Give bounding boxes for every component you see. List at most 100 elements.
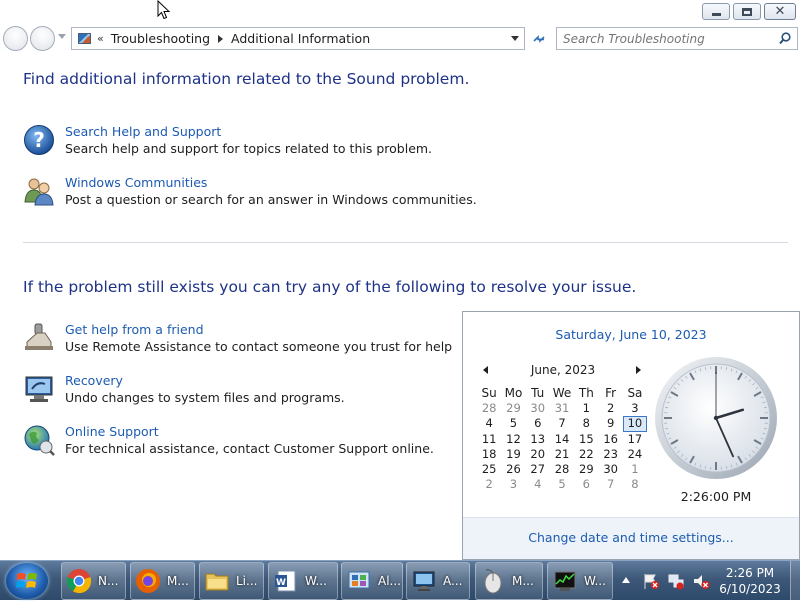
taskbar-item-firefox[interactable]: M... (130, 562, 195, 600)
online-support-description: For technical assistance, contact Custom… (65, 441, 434, 456)
calendar-day[interactable]: 30 (526, 401, 550, 416)
back-button[interactable] (3, 26, 28, 51)
calendar-day[interactable]: 9 (598, 416, 622, 431)
maximize-button[interactable] (733, 3, 761, 20)
calendar-day[interactable]: 15 (574, 432, 598, 447)
calendar-day[interactable]: 30 (598, 462, 622, 477)
search-icon[interactable] (779, 32, 791, 45)
section-divider (23, 242, 788, 243)
taskbar-item-mouse[interactable]: M... (475, 562, 543, 600)
breadcrumb-troubleshooting[interactable]: Troubleshooting (111, 31, 210, 46)
chrome-icon (66, 568, 92, 594)
calendar-day[interactable]: 25 (477, 462, 501, 477)
minimize-icon (712, 13, 721, 16)
calendar-day[interactable]: 14 (550, 432, 574, 447)
show-desktop-button[interactable] (790, 561, 800, 601)
calendar: June, 2023 Su Mo Tu We Th Fr Sa 28293031… (477, 363, 649, 492)
forward-button[interactable] (30, 26, 55, 51)
calendar-day[interactable]: 16 (598, 432, 622, 447)
globe-icon (23, 424, 55, 456)
calendar-day[interactable]: 7 (550, 416, 574, 431)
action-center-flag-icon[interactable] (642, 572, 660, 590)
calendar-day[interactable]: 21 (550, 447, 574, 462)
calendar-day[interactable]: 12 (501, 432, 525, 447)
calendar-day[interactable]: 26 (501, 462, 525, 477)
get-help-from-friend-link[interactable]: Get help from a friend (65, 322, 204, 337)
volume-muted-icon[interactable] (692, 572, 710, 590)
analog-clock (654, 356, 778, 480)
system-date: 6/10/2023 (715, 581, 785, 597)
word-icon: W (273, 568, 299, 594)
calendar-day[interactable]: 11 (477, 432, 501, 447)
taskbar-item-label: Al... (378, 574, 401, 588)
calendar-day[interactable]: 23 (598, 447, 622, 462)
online-support-link[interactable]: Online Support (65, 424, 159, 439)
calendar-day[interactable]: 2 (598, 401, 622, 416)
calendar-day[interactable]: 8 (623, 477, 647, 492)
calendar-day[interactable]: 31 (550, 401, 574, 416)
calendar-day[interactable]: 19 (501, 447, 525, 462)
calendar-day[interactable]: 22 (574, 447, 598, 462)
calendar-day[interactable]: 4 (526, 477, 550, 492)
calendar-day[interactable]: 5 (550, 477, 574, 492)
start-button[interactable] (6, 563, 48, 599)
calendar-day[interactable]: 20 (526, 447, 550, 462)
close-button[interactable]: ✕ (764, 3, 796, 20)
network-icon[interactable] (667, 572, 685, 590)
recent-pages-dropdown-icon[interactable] (58, 34, 66, 39)
calendar-day[interactable]: 28 (550, 462, 574, 477)
calendar-day[interactable]: 18 (477, 447, 501, 462)
calendar-day[interactable]: 17 (623, 432, 647, 447)
calendar-day[interactable]: 6 (526, 416, 550, 431)
calendar-day[interactable]: 28 (477, 401, 501, 416)
calendar-day[interactable]: 3 (501, 477, 525, 492)
refresh-button[interactable] (528, 28, 550, 49)
taskbar-item-explorer[interactable]: Li... (199, 562, 264, 600)
calendar-day[interactable]: 1 (574, 401, 598, 416)
search-help-link[interactable]: Search Help and Support (65, 124, 221, 139)
search-box[interactable] (556, 27, 798, 50)
calendar-day[interactable]: 6 (574, 477, 598, 492)
firefox-icon (135, 568, 161, 594)
taskbar-item-label: W... (584, 574, 606, 588)
taskbar-item-word[interactable]: W W... (268, 562, 338, 600)
calendar-day[interactable]: 29 (501, 401, 525, 416)
taskbar-item-label: W... (305, 574, 327, 588)
system-clock[interactable]: 2:26 PM 6/10/2023 (715, 565, 785, 597)
calendar-day[interactable]: 1 (623, 462, 647, 477)
address-dropdown-button[interactable] (506, 28, 524, 49)
change-date-time-settings-link[interactable]: Change date and time settings... (463, 530, 799, 545)
minimize-button[interactable] (702, 3, 730, 20)
weekday-label: We (550, 386, 574, 401)
calendar-day-today[interactable]: 10 (623, 416, 647, 431)
taskbar-item-task-manager[interactable]: W... (547, 562, 613, 600)
taskbar-item-label: N... (98, 574, 118, 588)
calendar-day[interactable]: 29 (574, 462, 598, 477)
calendar-day[interactable]: 3 (623, 401, 647, 416)
month-label[interactable]: June, 2023 (531, 363, 595, 377)
calendar-day[interactable]: 8 (574, 416, 598, 431)
calendar-day[interactable]: 13 (526, 432, 550, 447)
taskbar-item-display[interactable]: A... (406, 562, 470, 600)
taskbar-item-label: M... (512, 574, 534, 588)
previous-month-icon[interactable] (483, 366, 488, 374)
recovery-link[interactable]: Recovery (65, 373, 123, 388)
calendar-day[interactable]: 24 (623, 447, 647, 462)
calendar-day[interactable]: 2 (477, 477, 501, 492)
show-hidden-icons-icon[interactable] (622, 577, 630, 583)
address-overflow[interactable]: « (97, 32, 104, 45)
breadcrumb-additional-information[interactable]: Additional Information (231, 31, 370, 46)
windows-communities-link[interactable]: Windows Communities (65, 175, 207, 190)
search-input[interactable] (557, 28, 767, 49)
svg-text:W: W (276, 578, 286, 588)
calendar-day[interactable]: 5 (501, 416, 525, 431)
breadcrumb-arrow-icon[interactable] (218, 35, 223, 43)
taskbar-item-control-panel[interactable]: Al... (341, 562, 403, 600)
long-date-link[interactable]: Saturday, June 10, 2023 (463, 327, 799, 342)
calendar-day[interactable]: 4 (477, 416, 501, 431)
calendar-day[interactable]: 27 (526, 462, 550, 477)
next-month-icon[interactable] (636, 366, 641, 374)
calendar-day[interactable]: 7 (598, 477, 622, 492)
address-bar[interactable]: « Troubleshooting Additional Information (71, 27, 525, 50)
taskbar-item-chrome[interactable]: N... (61, 562, 126, 600)
